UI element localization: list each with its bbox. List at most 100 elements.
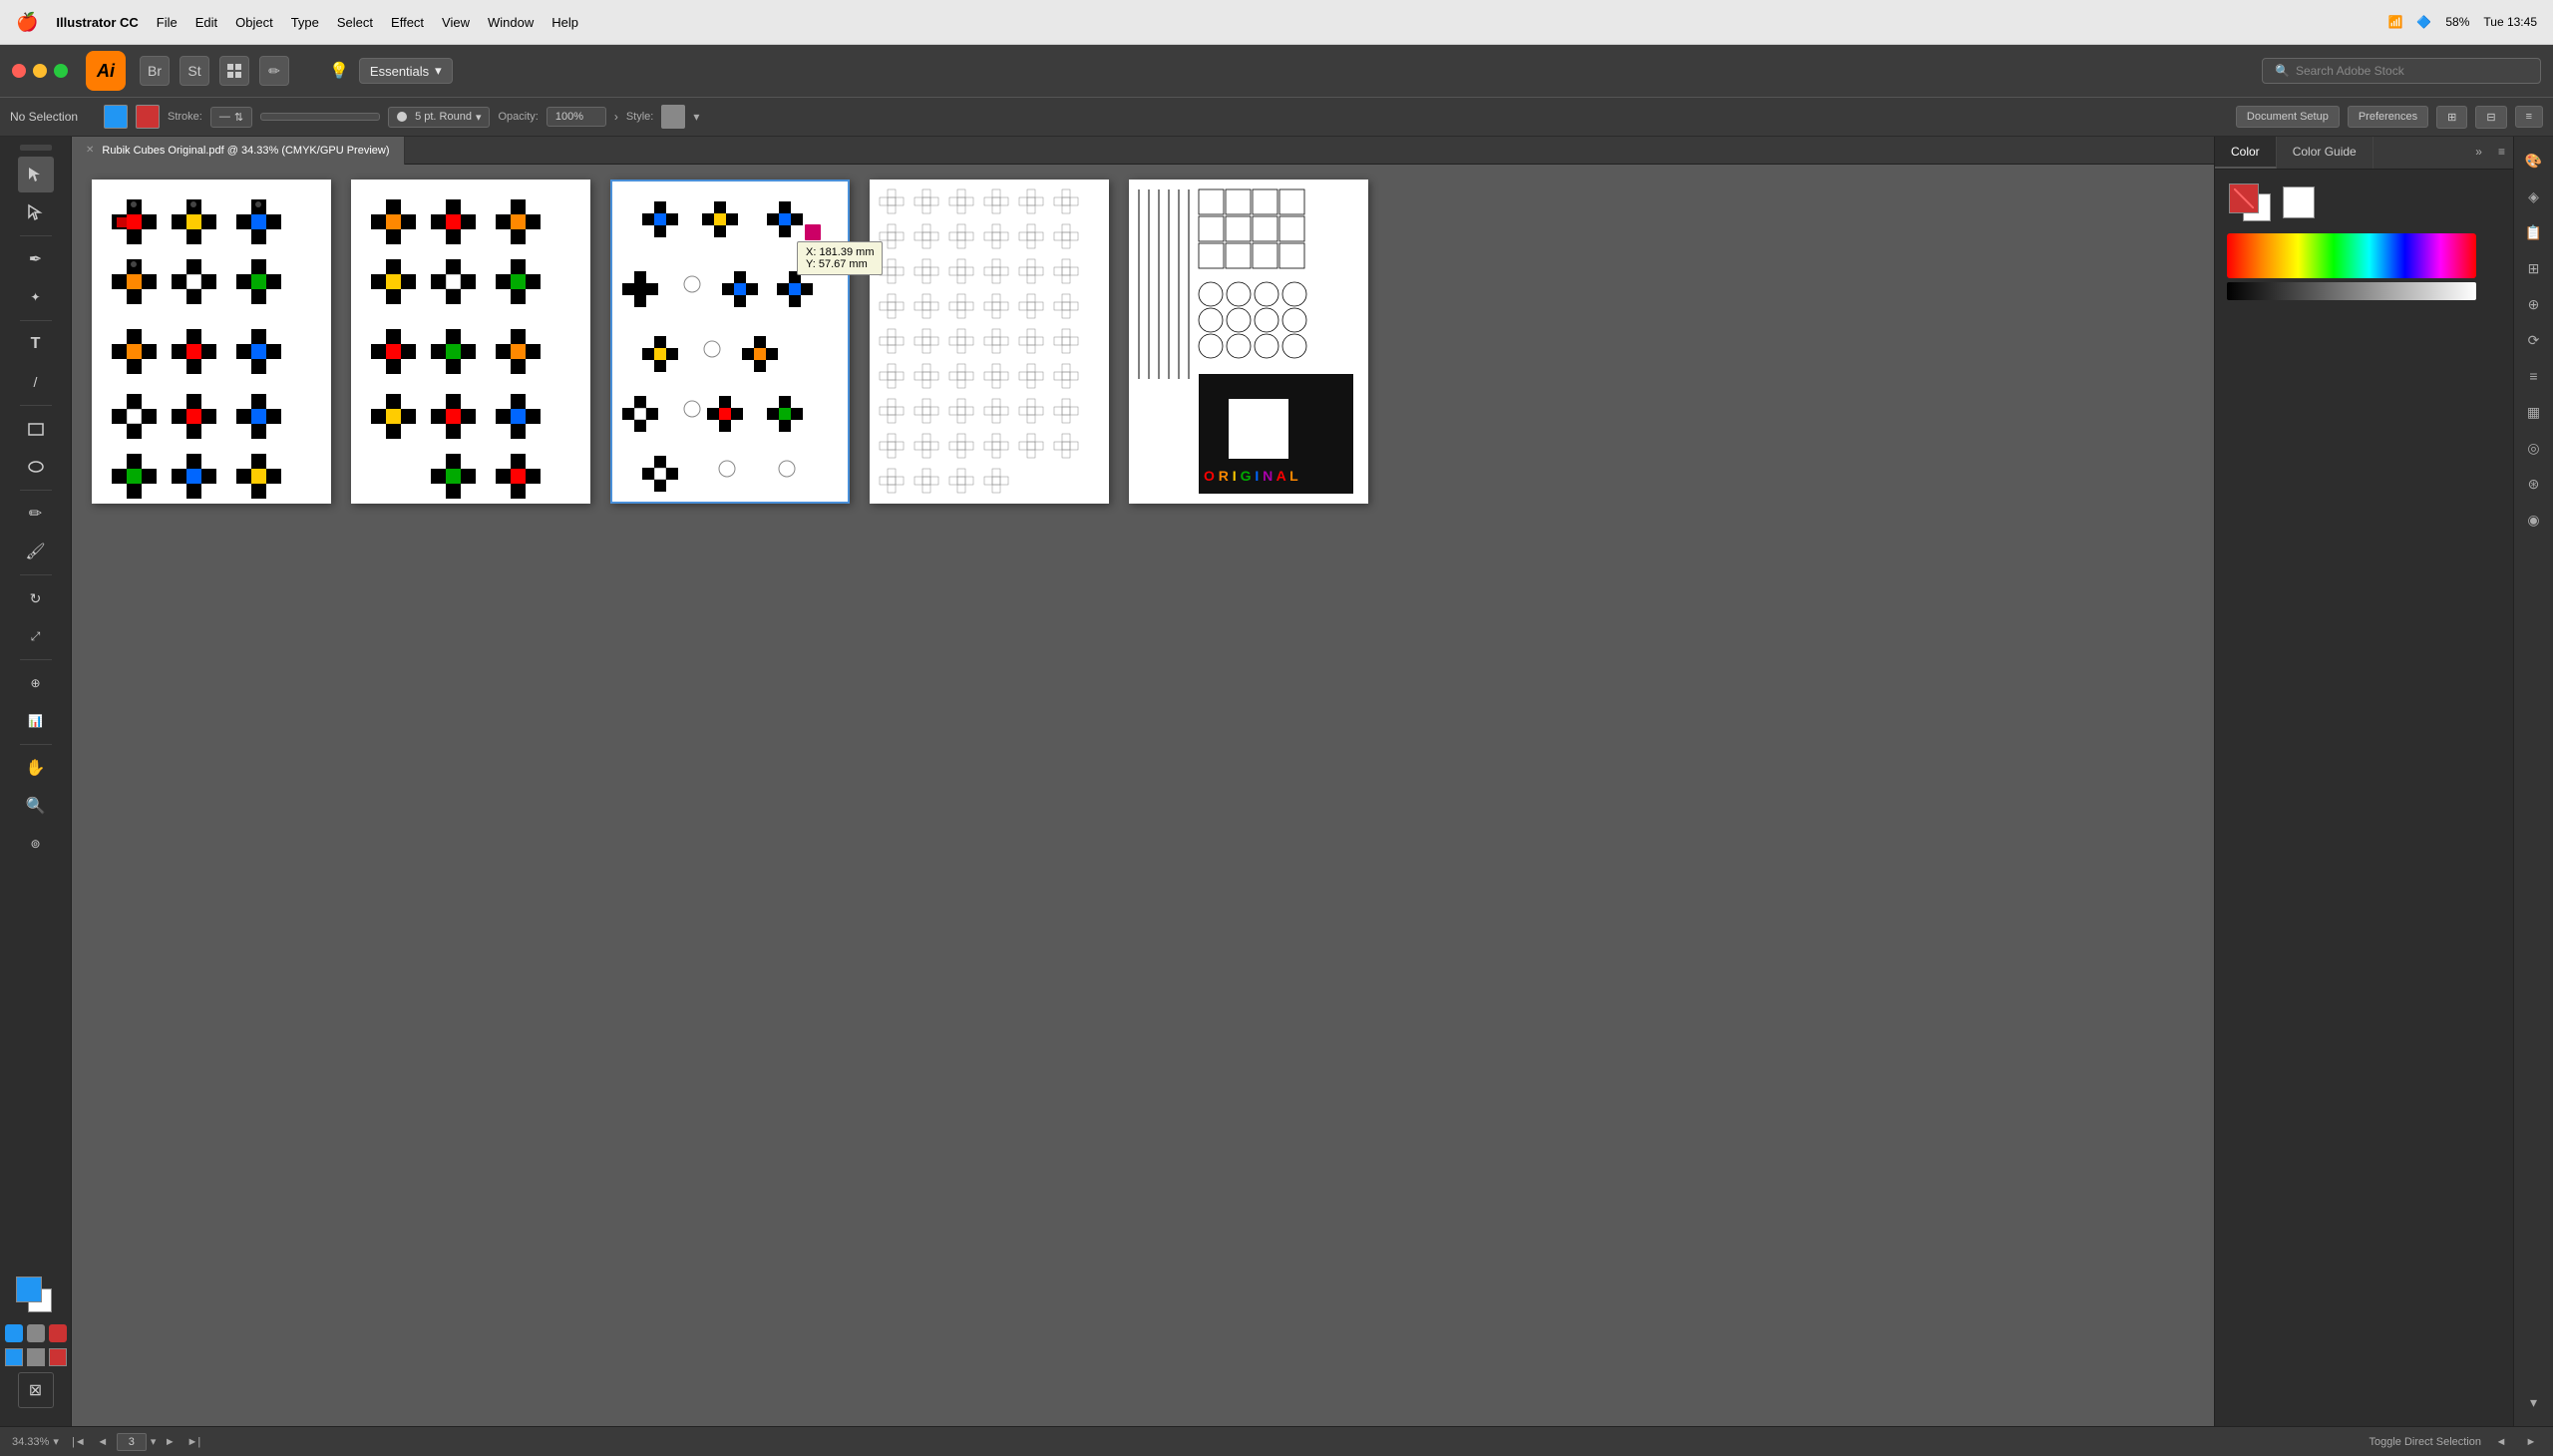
icons-panel: 🎨 ◈ 📋 ⊞ ⊕ ⟳ ≡ ▦ ◎ ⊛ ◉ ▾ bbox=[2513, 137, 2553, 1426]
menu-app[interactable]: Illustrator CC bbox=[56, 15, 138, 30]
document-tab[interactable]: ✕ Rubik Cubes Original.pdf @ 34.33% (CMY… bbox=[72, 137, 405, 165]
tab-close-icon[interactable]: ✕ bbox=[86, 145, 94, 156]
chevron-up-down-icon: ⇅ bbox=[234, 111, 243, 124]
hand-tool[interactable]: ✋ bbox=[18, 750, 54, 786]
transform-icon-btn[interactable]: ⊞ bbox=[2436, 106, 2467, 129]
white-swatch[interactable] bbox=[2283, 186, 2315, 218]
color-gradient-bar[interactable] bbox=[2227, 233, 2476, 278]
stock-icon-btn[interactable]: St bbox=[180, 56, 209, 86]
zoom-tool[interactable]: 🔍 bbox=[18, 788, 54, 824]
color-preset-2[interactable] bbox=[27, 1348, 45, 1366]
pencil-tool[interactable]: ✏ bbox=[18, 496, 54, 532]
menu-view[interactable]: View bbox=[442, 15, 470, 30]
panel-grip bbox=[20, 145, 52, 151]
artboard-tool[interactable]: ⊠ bbox=[18, 1372, 54, 1408]
rectangle-tool[interactable] bbox=[18, 411, 54, 447]
stroke-panel-icon[interactable]: ≡ bbox=[2518, 360, 2550, 392]
stroke-color-swatch[interactable] bbox=[136, 105, 160, 129]
shape-builder-tool[interactable]: ⊕ bbox=[18, 665, 54, 701]
prev-page-btn[interactable]: ◄ bbox=[93, 1432, 113, 1452]
none-btn[interactable] bbox=[27, 1324, 45, 1342]
status-arrow-left[interactable]: ◄ bbox=[2491, 1432, 2511, 1452]
color-btn[interactable] bbox=[5, 1324, 23, 1342]
brush-icon-btn[interactable]: ✏ bbox=[259, 56, 289, 86]
menu-window[interactable]: Window bbox=[488, 15, 534, 30]
paintbrush-tool[interactable]: 🖌 bbox=[18, 534, 54, 569]
extra-tool[interactable]: ⊚ bbox=[18, 826, 54, 862]
fill-color-swatch[interactable] bbox=[104, 105, 128, 129]
symbols-icon[interactable]: ⊛ bbox=[2518, 468, 2550, 500]
transform-panel-icon[interactable]: ⟳ bbox=[2518, 324, 2550, 356]
style-swatch[interactable] bbox=[661, 105, 685, 129]
menu-object[interactable]: Object bbox=[235, 15, 273, 30]
workspace-dropdown[interactable]: Essentials ▾ bbox=[359, 58, 453, 84]
menu-edit[interactable]: Edit bbox=[195, 15, 217, 30]
opacity-arrow-right[interactable]: › bbox=[614, 110, 618, 124]
color-tab[interactable]: Color bbox=[2215, 137, 2277, 169]
transform-tool[interactable]: ⤢ bbox=[18, 618, 54, 654]
zoom-dropdown-icon[interactable]: ▾ bbox=[53, 1435, 59, 1448]
zoom-area: 34.33% ▾ bbox=[12, 1435, 59, 1448]
align-icon-btn[interactable]: ⊟ bbox=[2475, 106, 2506, 129]
fullscreen-button[interactable] bbox=[54, 64, 68, 78]
page-number-input[interactable]: 3 bbox=[117, 1433, 147, 1451]
brightness-slider[interactable] bbox=[2227, 282, 2476, 300]
opacity-label: Opacity: bbox=[498, 111, 538, 123]
last-page-btn[interactable]: ►| bbox=[183, 1432, 203, 1452]
chart-tool[interactable]: 📊 bbox=[18, 703, 54, 739]
close-button[interactable] bbox=[12, 64, 26, 78]
select-tool[interactable] bbox=[18, 157, 54, 192]
menu-effect[interactable]: Effect bbox=[391, 15, 424, 30]
gradient-panel-icon[interactable]: ▦ bbox=[2518, 396, 2550, 428]
stroke-weight-dropdown[interactable]: — ⇅ bbox=[210, 107, 252, 128]
panel-menu-icon[interactable]: ≡ bbox=[2490, 137, 2513, 169]
search-stock-input[interactable]: 🔍 Search Adobe Stock bbox=[2262, 58, 2541, 84]
graphic-styles-icon[interactable]: ◉ bbox=[2518, 504, 2550, 536]
color-guide-tab[interactable]: Color Guide bbox=[2277, 137, 2373, 169]
line-tool[interactable]: / bbox=[18, 364, 54, 400]
page-1 bbox=[92, 180, 331, 504]
direct-select-tool[interactable] bbox=[18, 194, 54, 230]
rotate-tool[interactable]: ↻ bbox=[18, 580, 54, 616]
stroke-style-input[interactable] bbox=[260, 113, 380, 121]
layers-icon[interactable]: 📋 bbox=[2518, 216, 2550, 248]
color-preset-1[interactable] bbox=[5, 1348, 23, 1366]
opacity-input[interactable]: 100% bbox=[547, 107, 606, 127]
zoom-value[interactable]: 34.33% bbox=[12, 1436, 49, 1448]
apple-menu[interactable]: 🍎 bbox=[16, 12, 38, 33]
brush-size-dropdown[interactable]: 5 pt. Round ▾ bbox=[388, 107, 490, 128]
document-setup-button[interactable]: Document Setup bbox=[2236, 106, 2340, 128]
align-icon[interactable]: ⊞ bbox=[2518, 252, 2550, 284]
next-page-btn[interactable]: ► bbox=[160, 1432, 180, 1452]
minimize-button[interactable] bbox=[33, 64, 47, 78]
status-arrow-right[interactable]: ► bbox=[2521, 1432, 2541, 1452]
transparency-icon[interactable]: ◎ bbox=[2518, 432, 2550, 464]
first-page-btn[interactable]: |◄ bbox=[69, 1432, 89, 1452]
panel-expand-icon[interactable]: » bbox=[2467, 137, 2490, 169]
menu-type[interactable]: Type bbox=[291, 15, 319, 30]
preferences-button[interactable]: Preferences bbox=[2348, 106, 2428, 128]
ellipse-tool[interactable] bbox=[18, 449, 54, 485]
type-tool[interactable]: T bbox=[18, 326, 54, 362]
menu-file[interactable]: File bbox=[157, 15, 178, 30]
page-dropdown-icon[interactable]: ▾ bbox=[151, 1435, 157, 1448]
gradient-btn[interactable] bbox=[49, 1324, 67, 1342]
fill-stroke-swatches[interactable] bbox=[14, 1274, 58, 1318]
scroll-down-icon[interactable]: ▾ bbox=[2518, 1386, 2550, 1418]
fill-color-box[interactable] bbox=[2229, 183, 2259, 213]
fill-swatch-indicator bbox=[16, 1276, 42, 1302]
menu-help[interactable]: Help bbox=[551, 15, 578, 30]
color-panel-icon[interactable]: 🎨 bbox=[2518, 145, 2550, 177]
tools-panel: ✒ ✦ T / ✏ 🖌 ↻ ⤢ ⊕ 📊 ✋ 🔍 ⊚ bbox=[0, 137, 72, 1426]
tab-title: Rubik Cubes Original.pdf @ 34.33% (CMYK/… bbox=[102, 145, 389, 157]
menu-select[interactable]: Select bbox=[337, 15, 373, 30]
stroke-label: Stroke: bbox=[168, 111, 202, 123]
color-preset-3[interactable] bbox=[49, 1348, 67, 1366]
pen-tool[interactable]: ✒ bbox=[18, 241, 54, 277]
pathfinder-icon[interactable]: ⊕ bbox=[2518, 288, 2550, 320]
more-icon-btn[interactable]: ≡ bbox=[2515, 106, 2543, 128]
appearance-icon[interactable]: ◈ bbox=[2518, 181, 2550, 212]
arrange-icon-btn[interactable] bbox=[219, 56, 249, 86]
bridge-icon-btn[interactable]: Br bbox=[140, 56, 170, 86]
anchor-tool[interactable]: ✦ bbox=[18, 279, 54, 315]
